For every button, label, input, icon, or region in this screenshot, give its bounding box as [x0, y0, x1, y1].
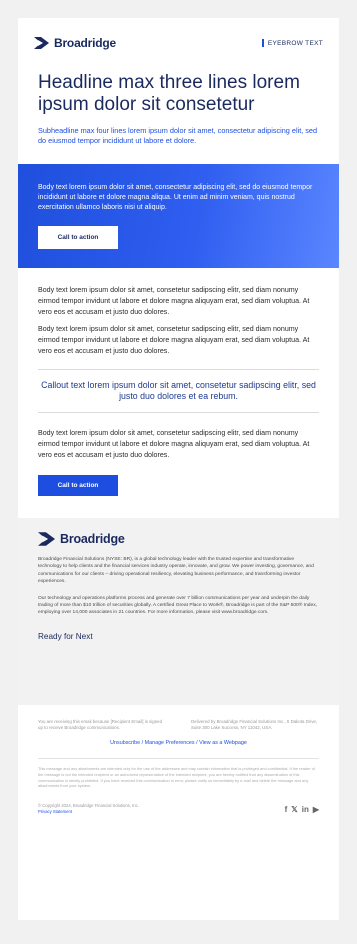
facebook-icon[interactable]: f — [285, 805, 288, 814]
blue-feature-band: Body text lorem ipsum dolor sit amet, co… — [18, 164, 339, 268]
email-header: Broadridge EYEBROW TEXT — [18, 18, 339, 56]
headline: Headline max three lines lorem ipsum dol… — [38, 72, 300, 115]
eyebrow-text: EYEBROW TEXT — [267, 39, 323, 47]
linkedin-icon[interactable]: in — [302, 805, 309, 814]
band-cta-button[interactable]: Call to action — [38, 226, 118, 249]
cta-button[interactable]: Call to action — [38, 475, 118, 496]
broadridge-logo-icon — [38, 532, 55, 546]
brand-name: Broadridge — [54, 36, 117, 50]
footer-brand-name: Broadridge — [60, 532, 125, 546]
body-paragraph-2: Body text lorem ipsum dolor sit amet, co… — [38, 325, 310, 355]
footer-about: Broadridge Broadridge Financial Solution… — [18, 518, 339, 705]
copyright-block: © Copyright 2024, Broadridge Financial S… — [38, 803, 139, 815]
eyebrow: EYEBROW TEXT — [261, 39, 323, 47]
legal-bottom-row: © Copyright 2024, Broadridge Financial S… — [38, 803, 319, 815]
broadridge-logo-icon — [34, 37, 49, 49]
footer-logo[interactable]: Broadridge — [38, 532, 319, 546]
twitter-x-icon[interactable]: 𝕏 — [291, 805, 297, 814]
recipient-note: You are receiving this email because [Re… — [38, 719, 163, 730]
legal-section: You are receiving this email because [Re… — [18, 705, 339, 920]
about-paragraph-2: Our technology and operations platforms … — [38, 595, 318, 616]
eyebrow-bar-icon — [261, 39, 264, 47]
social-links: f 𝕏 in ▶ — [285, 805, 319, 814]
youtube-icon[interactable]: ▶ — [313, 805, 319, 814]
callout-text: Callout text lorem ipsum dolor sit amet,… — [41, 380, 316, 401]
band-body-text: Body text lorem ipsum dolor sit amet, co… — [38, 184, 313, 211]
broadridge-logo[interactable]: Broadridge — [34, 36, 116, 50]
legal-columns: You are receiving this email because [Re… — [38, 719, 319, 731]
email-container: Broadridge EYEBROW TEXT Headline max thr… — [18, 18, 339, 920]
sender-address: Delivered by Broadridge Financial Soluti… — [191, 719, 318, 730]
privacy-statement-link[interactable]: Privacy Statement — [38, 809, 139, 815]
body-paragraph-1: Body text lorem ipsum dolor sit amet, co… — [38, 286, 310, 316]
disclaimer: This message and any attachments are int… — [38, 766, 315, 789]
legal-divider — [38, 758, 319, 759]
tagline: Ready for Next — [38, 631, 93, 641]
preference-links[interactable]: Unsubscribe / Manage Preferences / View … — [38, 740, 319, 746]
body-paragraph-3: Body text lorem ipsum dolor sit amet, co… — [38, 429, 310, 459]
about-paragraph-1: Broadridge Financial Solutions (NYSE: BR… — [38, 557, 314, 585]
subheadline: Subheadline max four lines lorem ipsum d… — [38, 126, 318, 145]
